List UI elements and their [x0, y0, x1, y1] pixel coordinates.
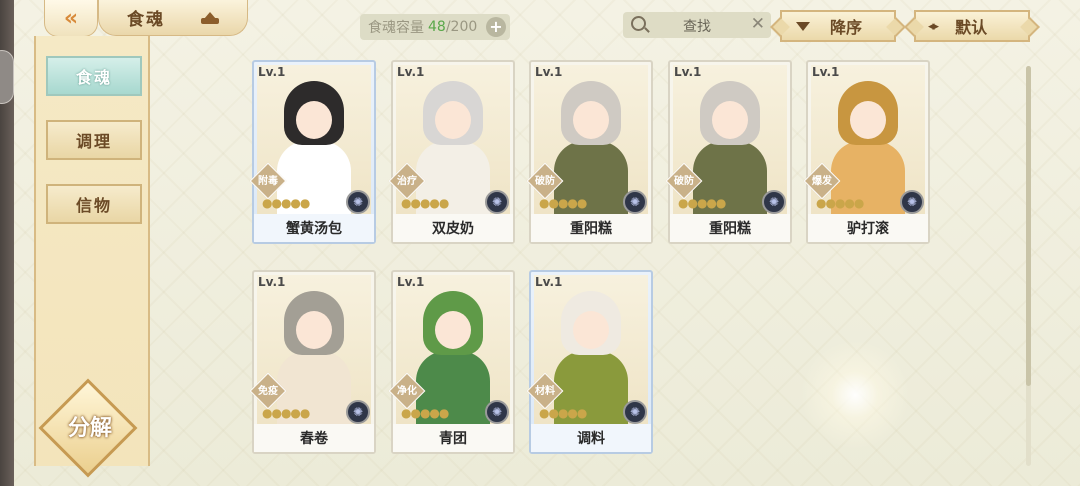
swap-arrows-icon: ◂▸ — [928, 18, 939, 34]
crown-icon — [201, 11, 219, 24]
portrait-face — [296, 311, 332, 349]
search-field[interactable]: 查找 ✕ — [623, 12, 771, 38]
food-soul-card[interactable]: Lv.1 附毒 ●●●●● ✺ 蟹黄汤包 — [249, 60, 376, 244]
sidebar-item-food-souls[interactable]: 食魂 — [46, 56, 142, 96]
card-level: Lv.1 — [258, 275, 286, 289]
sidebar-item-conditioning[interactable]: 调理 — [46, 120, 142, 160]
role-badge-label: 破防 — [535, 176, 555, 187]
sort-order-label: 降序 — [830, 18, 863, 37]
food-soul-card[interactable]: Lv.1 破防 ●●●●● ✺ 重阳糕 — [526, 60, 653, 244]
element-gem-icon: ✺ — [485, 190, 509, 214]
side-handle[interactable] — [0, 50, 14, 104]
star-rating-icons: ●●●●● — [539, 406, 587, 420]
sidebar-item-label: 调理 — [75, 132, 112, 151]
star-rating-icons: ●●●●● — [816, 196, 864, 210]
capacity-label: 食魂容量 — [368, 20, 424, 36]
card-name: 春卷 — [254, 424, 374, 452]
card-level: Lv.1 — [397, 65, 425, 79]
food-soul-card[interactable]: Lv.1 破防 ●●●●● ✺ 重阳糕 — [665, 60, 792, 244]
food-soul-card[interactable]: Lv.1 爆发 ●●●●● ✺ 驴打滚 — [803, 60, 930, 244]
element-gem-icon: ✺ — [485, 400, 509, 424]
portrait-face — [573, 101, 609, 139]
sort-mode-label: 默认 — [955, 18, 988, 37]
sidebar-item-tokens[interactable]: 信物 — [46, 184, 142, 224]
element-gem-icon: ✺ — [346, 190, 370, 214]
scrollbar-thumb[interactable] — [1026, 66, 1031, 386]
portrait-face — [850, 101, 886, 139]
role-badge-label: 免疫 — [258, 386, 278, 397]
element-gem-icon: ✺ — [623, 190, 647, 214]
star-rating-icons: ●●●●● — [678, 196, 726, 210]
light-glow — [800, 340, 910, 450]
role-badge-label: 爆发 — [812, 176, 832, 187]
sort-order-button[interactable]: 降序 — [780, 10, 896, 42]
food-soul-card[interactable]: Lv.1 材料 ●●●●● ✺ 调料 — [526, 270, 653, 454]
card-level: Lv.1 — [397, 275, 425, 289]
card-name: 双皮奶 — [393, 214, 513, 242]
clear-icon[interactable]: ✕ — [751, 14, 765, 34]
card-name: 青团 — [393, 424, 513, 452]
role-badge-label: 治疗 — [397, 176, 417, 187]
search-label: 查找 — [683, 19, 711, 35]
add-capacity-button[interactable]: + — [486, 17, 506, 37]
food-soul-card[interactable]: Lv.1 治疗 ●●●●● ✺ 双皮奶 — [388, 60, 515, 244]
role-badge-label: 破防 — [674, 176, 694, 187]
back-button[interactable]: « — [44, 0, 98, 37]
element-gem-icon: ✺ — [900, 190, 924, 214]
card-level: Lv.1 — [258, 65, 286, 79]
role-badge-label: 附毒 — [258, 176, 278, 187]
card-level: Lv.1 — [535, 65, 563, 79]
page-title: 食魂 — [127, 10, 165, 30]
sort-mode-button[interactable]: ◂▸ 默认 — [914, 10, 1030, 42]
food-soul-card[interactable]: Lv.1 净化 ●●●●● ✺ 青团 — [388, 270, 515, 454]
sidebar-item-label: 食魂 — [75, 68, 112, 87]
role-badge-label: 材料 — [535, 386, 555, 397]
card-name: 重阳糕 — [531, 214, 651, 242]
role-badge-label: 净化 — [397, 386, 417, 397]
element-gem-icon: ✺ — [762, 190, 786, 214]
capacity-total: /200 — [445, 19, 478, 35]
star-rating-icons: ●●●●● — [401, 196, 449, 210]
decompose-label: 分解 — [67, 416, 112, 441]
star-rating-icons: ●●●●● — [401, 406, 449, 420]
portrait-face — [573, 311, 609, 349]
double-chevron-left-icon: « — [63, 5, 79, 31]
star-rating-icons: ●●●●● — [262, 406, 310, 420]
food-soul-card[interactable]: Lv.1 免疫 ●●●●● ✺ 春卷 — [249, 270, 376, 454]
star-rating-icons: ●●●●● — [262, 196, 310, 210]
card-level: Lv.1 — [535, 275, 563, 289]
card-name: 蟹黄汤包 — [254, 214, 374, 242]
element-gem-icon: ✺ — [346, 400, 370, 424]
portrait-face — [435, 101, 471, 139]
capacity-bar: 食魂容量 48 /200 + — [360, 14, 510, 40]
sidebar-item-label: 信物 — [75, 196, 112, 215]
star-rating-icons: ●●●●● — [539, 196, 587, 210]
card-level: Lv.1 — [812, 65, 840, 79]
card-level: Lv.1 — [674, 65, 702, 79]
portrait-face — [435, 311, 471, 349]
portrait-face — [296, 101, 332, 139]
search-icon — [631, 16, 646, 31]
card-name: 调料 — [531, 424, 651, 452]
triangle-down-icon — [796, 21, 810, 31]
card-name: 重阳糕 — [670, 214, 790, 242]
card-name: 驴打滚 — [808, 214, 928, 242]
element-gem-icon: ✺ — [623, 400, 647, 424]
capacity-current: 48 — [428, 19, 446, 35]
page-title-tab: 食魂 — [98, 0, 248, 36]
portrait-face — [712, 101, 748, 139]
